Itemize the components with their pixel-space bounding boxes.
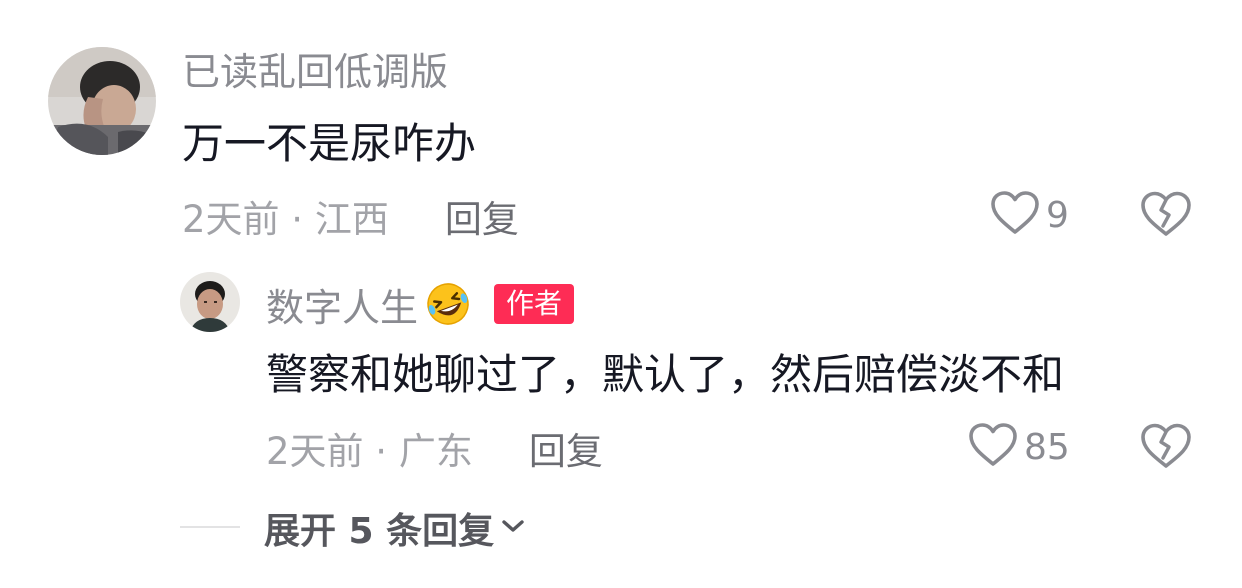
expand-divider	[180, 526, 240, 528]
reply-meta: 2天前 · 广东 回复	[266, 426, 603, 473]
comment-time-location: 2天前 · 江西	[182, 198, 389, 241]
reply-avatar[interactable]	[180, 272, 240, 332]
dislike-button[interactable]	[1140, 190, 1192, 240]
reply-button[interactable]: 回复	[445, 189, 519, 243]
broken-heart-icon	[1140, 191, 1192, 242]
laughing-emoji-icon	[424, 280, 472, 328]
heart-outline-icon	[968, 422, 1018, 472]
reply-time-location: 2天前 · 广东	[266, 430, 473, 473]
reply-like-count: 85	[1024, 426, 1070, 468]
reply-username-row: 数字人生 作者	[266, 280, 575, 330]
broken-heart-icon	[1140, 423, 1192, 474]
avatar[interactable]	[48, 47, 156, 155]
comment-text: 万一不是尿咋办	[182, 119, 477, 168]
expand-replies-label: 展开 5 条回复	[264, 511, 495, 552]
reply-text: 警察和她聊过了，默认了，然后赔偿淡不和	[266, 350, 1065, 399]
like-button[interactable]: 9	[990, 190, 1069, 240]
reply-button[interactable]: 回复	[529, 421, 603, 475]
comment-meta: 2天前 · 江西 回复	[182, 194, 519, 241]
expand-replies-button[interactable]: 展开 5 条回复	[264, 505, 526, 552]
reply-dislike-button[interactable]	[1140, 422, 1192, 472]
reply-like-button[interactable]: 85	[968, 422, 1070, 472]
chevron-down-icon	[494, 517, 526, 539]
like-count: 9	[1046, 194, 1069, 236]
author-badge: 作者	[494, 284, 575, 324]
heart-outline-icon	[990, 190, 1040, 240]
reply-username[interactable]: 数字人生	[266, 277, 418, 332]
comment-username[interactable]: 已读乱回低调版	[182, 50, 448, 94]
